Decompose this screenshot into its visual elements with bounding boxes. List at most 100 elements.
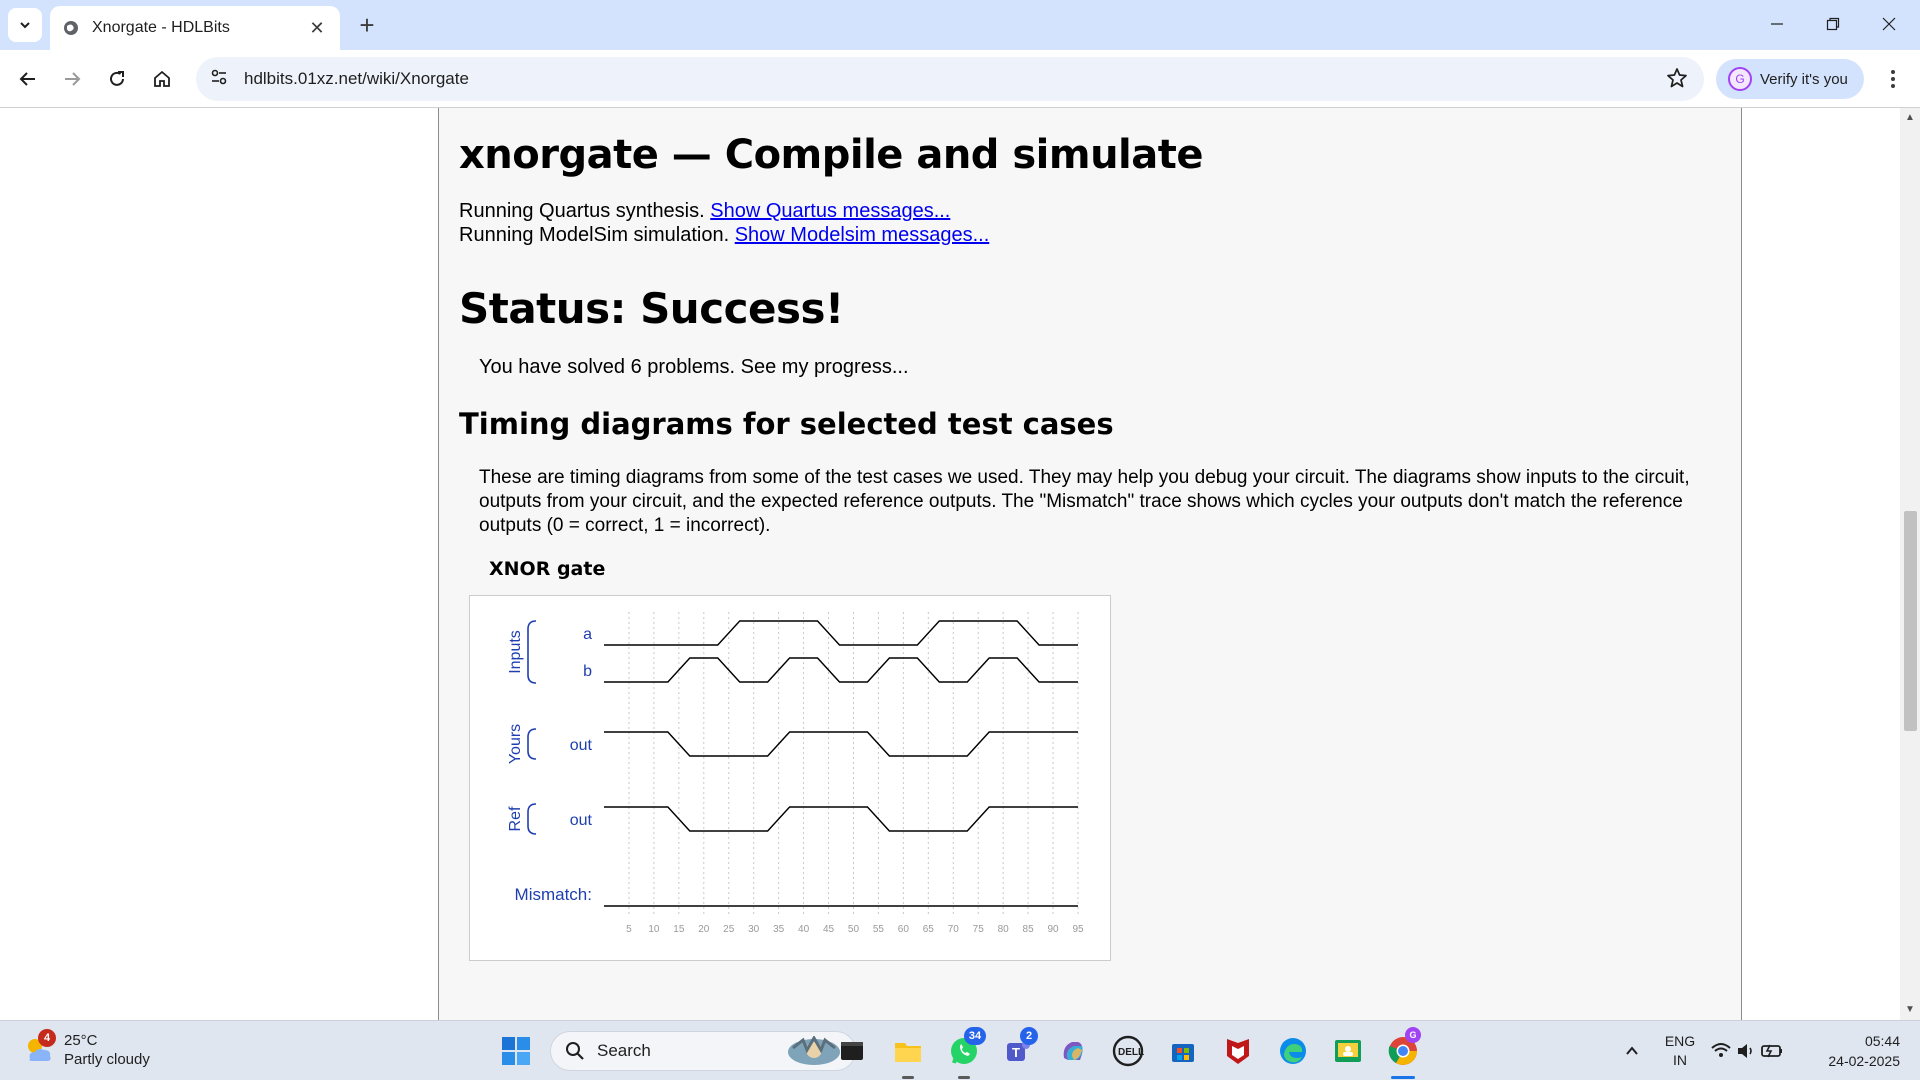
- x-tick-label: 50: [848, 924, 860, 935]
- status-heading: Status: Success!: [459, 284, 844, 333]
- timing-diagram-svg: a b out out Mismatch: Inputs Yours Ref 5 10 15 20 25…: [507, 612, 1084, 935]
- group-bracket: [527, 728, 537, 760]
- show-hidden-icons-icon[interactable]: [1614, 1033, 1650, 1069]
- browser-tab-strip: Xnorgate - HDLBits ✕ +: [0, 0, 1920, 50]
- x-tick-label: 10: [648, 924, 660, 935]
- bookmark-star-icon[interactable]: [1666, 67, 1688, 94]
- site-settings-icon[interactable]: [210, 68, 228, 91]
- forward-button[interactable]: [54, 61, 90, 97]
- timing-description: These are timing diagrams from some of t…: [479, 467, 1690, 536]
- region-code: IN: [1673, 1052, 1687, 1068]
- arrow-left-icon: [19, 72, 35, 86]
- taskbar-search[interactable]: Search: [550, 1031, 856, 1071]
- minimize-icon: [1771, 23, 1783, 25]
- group-label: Inputs: [507, 630, 524, 674]
- new-tab-button[interactable]: +: [352, 10, 382, 40]
- search-label: Search: [597, 1041, 651, 1060]
- copilot-icon[interactable]: [1055, 1033, 1091, 1069]
- chrome-active-indicator: [1391, 1076, 1415, 1079]
- taskbar-clock[interactable]: 05:44 24-02-2025: [1810, 1031, 1900, 1071]
- volume-icon: [1738, 1044, 1752, 1058]
- timing-heading: Timing diagrams for selected test cases: [459, 407, 1114, 441]
- verify-profile-button[interactable]: G Verify it's you: [1716, 59, 1864, 99]
- whatsapp-icon[interactable]: 34: [946, 1027, 986, 1069]
- close-window-button[interactable]: [1862, 0, 1916, 48]
- solved-text: You have solved 6 problems.: [479, 356, 736, 378]
- restore-button[interactable]: [1806, 0, 1860, 48]
- x-tick-label: 85: [1023, 924, 1035, 935]
- weather-widget[interactable]: 4 25°C Partly cloudy: [22, 1029, 150, 1069]
- x-tick-label: 5: [626, 924, 632, 935]
- clock-date: 24-02-2025: [1828, 1053, 1900, 1069]
- home-button[interactable]: [144, 61, 180, 97]
- explorer-running-indicator: [902, 1076, 914, 1079]
- x-tick-label: 75: [973, 924, 985, 935]
- google-classroom-icon[interactable]: [1330, 1033, 1366, 1069]
- chrome-icon[interactable]: G: [1385, 1027, 1421, 1069]
- language-indicator[interactable]: ENG IN: [1660, 1032, 1700, 1070]
- system-tray-icons[interactable]: [1710, 1033, 1790, 1069]
- show-quartus-link[interactable]: Show Quartus messages...: [710, 200, 950, 222]
- scroll-up-icon[interactable]: ▲: [1904, 112, 1916, 124]
- page-viewport: xnorgate — Compile and simulate Running …: [0, 108, 1920, 1020]
- taskbar: 4 25°C Partly cloudy Search 34 T 2 DELL …: [0, 1020, 1920, 1080]
- start-button[interactable]: [498, 1033, 534, 1069]
- edge-icon[interactable]: [1275, 1033, 1311, 1069]
- group-bracket: [527, 803, 537, 835]
- search-icon: [566, 1042, 584, 1060]
- page-title: xnorgate — Compile and simulate: [459, 132, 1204, 178]
- signal-trace-ref-out: [604, 806, 1078, 832]
- x-tick-label: 70: [948, 924, 960, 935]
- scroll-thumb[interactable]: [1904, 511, 1917, 731]
- x-tick-label: 90: [1047, 924, 1059, 935]
- dell-icon[interactable]: DELL: [1110, 1033, 1146, 1069]
- teams-icon[interactable]: T 2: [1000, 1027, 1038, 1069]
- browser-toolbar: hdlbits.01xz.net/wiki/Xnorgate G Verify …: [0, 50, 1920, 108]
- x-tick-label: 15: [673, 924, 685, 935]
- scroll-down-icon[interactable]: ▼: [1904, 1004, 1916, 1016]
- close-tab-icon[interactable]: ✕: [306, 17, 328, 39]
- home-icon: [154, 70, 170, 87]
- svg-text:T: T: [1012, 1045, 1020, 1060]
- arrow-right-icon: [65, 72, 81, 86]
- x-tick-label: 95: [1072, 924, 1084, 935]
- signal-trace-yours-out: [604, 731, 1078, 757]
- see-progress-link[interactable]: See my progress...: [741, 356, 909, 378]
- microsoft-store-icon[interactable]: [1165, 1033, 1201, 1069]
- x-tick-label: 65: [923, 924, 935, 935]
- task-view-icon[interactable]: [834, 1033, 870, 1069]
- partly-cloudy-icon: 4: [22, 1029, 56, 1067]
- quartus-line: Running Quartus synthesis. Show Quartus …: [459, 200, 950, 223]
- browser-tab-active[interactable]: Xnorgate - HDLBits ✕: [50, 6, 340, 50]
- quartus-text: Running Quartus synthesis.: [459, 200, 705, 222]
- mcafee-icon[interactable]: [1220, 1033, 1256, 1069]
- teams-badge: 2: [1020, 1027, 1038, 1045]
- chevron-down-icon: [20, 22, 30, 29]
- wifi-icon: [1711, 1043, 1731, 1057]
- page-scrollbar[interactable]: ▲ ▼: [1900, 108, 1920, 1020]
- signal-trace-inputs-b: [604, 657, 1078, 683]
- show-modelsim-link[interactable]: Show Modelsim messages...: [735, 224, 990, 246]
- weather-desc: Partly cloudy: [64, 1051, 150, 1068]
- mismatch-label: Mismatch:: [515, 885, 592, 904]
- x-tick-label: 55: [873, 924, 885, 935]
- signal-label: out: [570, 737, 593, 754]
- tab-search-button[interactable]: [8, 8, 42, 42]
- minimize-button[interactable]: [1750, 0, 1804, 48]
- reload-button[interactable]: [99, 61, 135, 97]
- back-button[interactable]: [10, 61, 46, 97]
- file-explorer-icon[interactable]: [890, 1033, 926, 1069]
- reload-icon: [110, 71, 124, 86]
- close-icon: [1882, 17, 1896, 31]
- tab-title: Xnorgate - HDLBits: [92, 19, 230, 36]
- signal-label: b: [583, 663, 592, 680]
- url-text[interactable]: hdlbits.01xz.net/wiki/Xnorgate: [244, 69, 469, 89]
- group-bracket: [527, 620, 537, 684]
- x-tick-label: 80: [998, 924, 1010, 935]
- whatsapp-running-indicator: [958, 1076, 970, 1079]
- diagram-title: XNOR gate: [489, 558, 606, 580]
- address-bar[interactable]: hdlbits.01xz.net/wiki/Xnorgate: [196, 57, 1704, 101]
- more-menu-icon[interactable]: [1878, 64, 1908, 94]
- x-tick-label: 60: [898, 924, 910, 935]
- weather-temp: 25°C: [64, 1032, 98, 1049]
